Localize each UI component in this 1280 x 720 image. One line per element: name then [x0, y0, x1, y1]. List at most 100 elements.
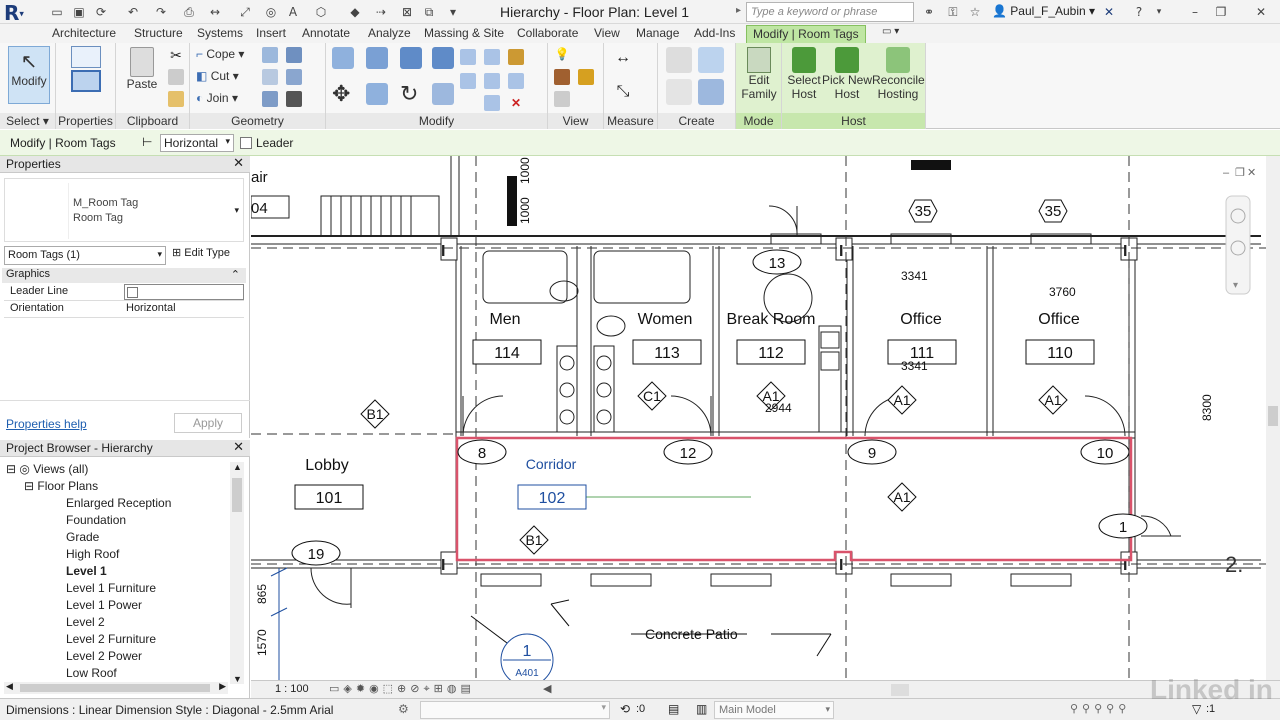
scroll-right-icon[interactable]: ▶ [219, 681, 226, 692]
wall-joins-icon[interactable] [262, 47, 278, 63]
print-icon[interactable]: ⎙ [180, 3, 198, 21]
tab-view[interactable]: View [594, 25, 620, 43]
delete-icon[interactable]: ✕ [508, 95, 524, 111]
tree-item-view[interactable]: Level 2 [66, 615, 105, 629]
tab-structure[interactable]: Structure [134, 25, 183, 43]
scale-icon[interactable] [508, 73, 524, 89]
leader-line-value-field[interactable] [124, 284, 244, 300]
cut-scissors-icon[interactable]: ✂ [168, 47, 184, 63]
editing-requests-icon[interactable]: ⟲ [620, 702, 630, 716]
nav-bar-options-icon[interactable]: ▾ [1233, 280, 1238, 291]
mirror-draw-icon[interactable] [432, 47, 454, 69]
tab-annotate[interactable]: Annotate [302, 25, 350, 43]
split-icon[interactable] [460, 49, 476, 65]
subscription-icon[interactable]: ⚿ [944, 3, 962, 21]
dimension-text[interactable]: 3341 [901, 269, 928, 283]
modify-button[interactable]: ↖ Modify [8, 46, 50, 104]
tab-modify-room-tags[interactable]: Modify | Room Tags [746, 25, 866, 43]
workset-select[interactable]: ▾ [420, 701, 610, 719]
thin-lines-icon[interactable]: ⇢ [372, 3, 390, 21]
minimize-icon[interactable]: – [1186, 3, 1204, 21]
array-icon[interactable] [484, 73, 500, 89]
join-button[interactable]: ◐ Join ▾ [196, 91, 238, 105]
tab-massing-site[interactable]: Massing & Site [424, 25, 504, 43]
move-icon[interactable]: ✥ [332, 83, 354, 105]
scroll-down-icon[interactable]: ▼ [233, 674, 242, 684]
similar-icon[interactable] [698, 79, 724, 105]
tab-add-ins[interactable]: Add-Ins [694, 25, 735, 43]
favorites-star-icon[interactable]: ☆ [966, 3, 984, 21]
hammer-icon[interactable] [286, 91, 302, 107]
tree-item-view[interactable]: Enlarged Reception [66, 496, 171, 510]
tab-insert[interactable]: Insert [256, 25, 286, 43]
pick-new-host-button[interactable]: Pick New Host [822, 47, 872, 101]
edit-family-button[interactable]: Edit Family [738, 47, 780, 101]
override-brush-icon[interactable] [554, 69, 570, 85]
tab-manage[interactable]: Manage [636, 25, 679, 43]
selection-toggle-icons[interactable]: ⚲⚲⚲⚲⚲ [1070, 702, 1130, 715]
close-hidden-icon[interactable]: ⊠ [398, 3, 416, 21]
scroll-left-icon[interactable]: ◀ [543, 682, 551, 695]
worksharing-icon[interactable]: ⚙ [398, 702, 409, 716]
tab-collaborate[interactable]: Collaborate [517, 25, 578, 43]
select-host-button[interactable]: Select Host [784, 47, 824, 101]
unpin-icon[interactable] [484, 95, 500, 111]
graphics-group-header[interactable]: Graphics ⌃ [2, 268, 246, 283]
open-icon[interactable]: ▭ [48, 3, 66, 21]
design-option-select[interactable]: Main Model ▾ [714, 701, 834, 719]
tree-item-view[interactable]: Level 1 [66, 564, 107, 578]
paste-button[interactable]: Paste [122, 47, 162, 91]
expand-icon[interactable]: ▸ [736, 5, 741, 16]
tree-views-all[interactable]: ⊟ ◎ Views (all) [6, 462, 88, 476]
browser-scrollbar[interactable]: ▲ ▼ [230, 462, 244, 684]
close-icon[interactable]: ✕ [233, 156, 244, 171]
tree-item-view[interactable]: High Roof [66, 547, 119, 561]
create-group-icon[interactable] [666, 79, 692, 105]
reconcile-hosting-button[interactable]: Reconcile Hosting [872, 47, 925, 101]
scroll-left-icon[interactable]: ◀ [6, 681, 13, 692]
app-menu-button[interactable]: R▾ [4, 1, 38, 25]
tree-item-view[interactable]: Level 1 Furniture [66, 581, 156, 595]
design-options-list-icon[interactable]: ▥ [696, 702, 707, 716]
binoculars-icon[interactable]: ⚭ [920, 3, 938, 21]
tree-item-view[interactable]: Level 2 Power [66, 649, 142, 663]
close-icon[interactable]: ✕ [1252, 3, 1270, 21]
undo-icon[interactable]: ↶ [124, 3, 142, 21]
view-restore-icon[interactable]: ❐ [1235, 167, 1245, 179]
scroll-thumb[interactable] [232, 478, 242, 512]
instance-filter-select[interactable]: Room Tags (1) ▾ [4, 246, 166, 265]
save-icon[interactable]: ▣ [70, 3, 88, 21]
dimension-text[interactable]: 865 [255, 584, 269, 604]
view-minimize-icon[interactable]: – [1223, 167, 1230, 179]
text-icon[interactable]: A [284, 3, 302, 21]
rotate-icon[interactable]: ↻ [400, 83, 422, 105]
exchange-icon[interactable]: ✕ [1100, 3, 1118, 21]
redo-icon[interactable]: ↷ [152, 3, 170, 21]
leader-checkbox[interactable] [240, 137, 252, 149]
scroll-up-icon[interactable]: ▲ [233, 462, 242, 472]
orientation-property-value[interactable]: Horizontal [126, 302, 176, 314]
edit-type-button[interactable]: ⊞ Edit Type [172, 246, 230, 259]
dimension-text[interactable]: 1000 [518, 197, 532, 224]
split-gap-icon[interactable] [484, 49, 500, 65]
switch-windows-icon[interactable]: ⧉ [420, 3, 438, 21]
canvas-scroll-thumb[interactable] [1268, 406, 1278, 426]
hide-bulb-icon[interactable]: 💡 [554, 47, 570, 63]
user-account[interactable]: 👤 Paul_F_Aubin ▾ [992, 4, 1095, 18]
dimension-text[interactable]: 3341 [901, 359, 928, 373]
copy-element-icon[interactable] [366, 83, 388, 105]
tree-item-view[interactable]: Level 2 Furniture [66, 632, 156, 646]
create-parts-icon[interactable] [698, 47, 724, 73]
hscroll-thumb[interactable] [20, 684, 210, 692]
orientation-select[interactable]: Horizontal ▾ [160, 134, 234, 152]
tag-icon[interactable]: ◎ [262, 3, 280, 21]
dimension-text[interactable]: 1000 [518, 157, 532, 184]
close-icon[interactable]: ✕ [233, 440, 244, 455]
restore-icon[interactable]: ❐ [1212, 3, 1230, 21]
3d-view-icon[interactable]: ⬡ [312, 3, 330, 21]
cope-button[interactable]: ⌐ Cope ▾ [196, 47, 244, 61]
linework-icon[interactable] [554, 91, 570, 107]
tree-item-view[interactable]: Low Roof [66, 666, 117, 680]
unjoin-icon[interactable] [262, 69, 278, 85]
tree-item-view[interactable]: Foundation [66, 513, 126, 527]
